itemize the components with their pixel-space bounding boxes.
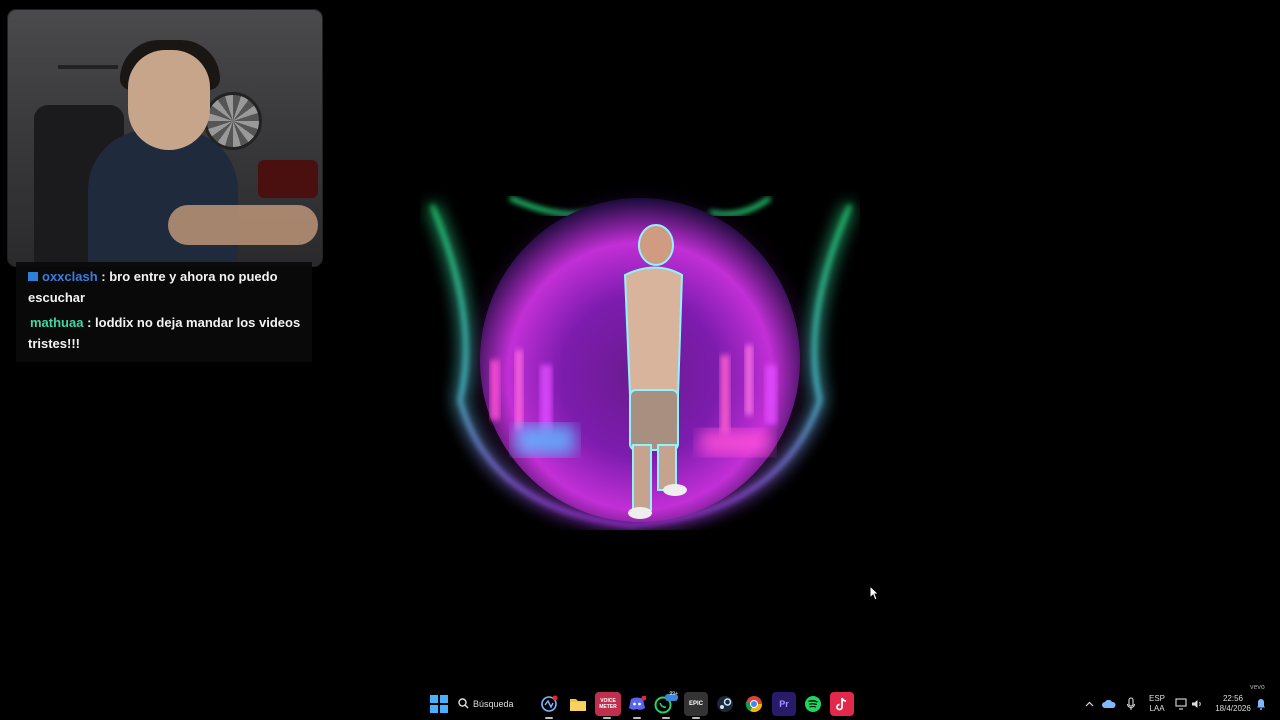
chat-message: oxxclash : bro entre y ahora no puedo es… [28, 266, 302, 308]
chat-username: oxxclash [42, 269, 98, 284]
voicemeeter-icon[interactable]: VOICE METER [595, 692, 621, 719]
microphone-icon[interactable] [1122, 692, 1140, 716]
whatsapp-icon[interactable]: 99+ [654, 691, 678, 719]
premiere-icon[interactable]: Pr [772, 692, 796, 716]
network-icon[interactable] [1174, 692, 1190, 716]
chrome-icon[interactable] [742, 692, 766, 716]
language-indicator[interactable]: ESP LAA [1146, 694, 1168, 714]
visualizer-graphic [427, 195, 855, 531]
tiktok-icon[interactable] [830, 692, 854, 716]
chat-username: mathuaa [30, 315, 84, 330]
language-code: ESP [1148, 694, 1165, 703]
subscriber-badge-icon [28, 272, 38, 281]
chat-overlay: oxxclash : bro entre y ahora no puedo es… [16, 262, 312, 362]
clock-date: 18/4/2026 [1215, 704, 1251, 713]
search-label: Búsqueda [473, 699, 514, 709]
chat-message: mathuaa : loddix no deja mandar los vide… [28, 312, 302, 354]
language-layout: LAA [1149, 704, 1165, 713]
search-icon [458, 697, 469, 711]
audio-visualizer [420, 180, 860, 531]
streamer-hands [168, 205, 318, 245]
chevron-up-icon[interactable] [1082, 692, 1096, 716]
volume-icon[interactable] [1190, 692, 1204, 716]
webcam-feed [8, 10, 322, 266]
discord-icon[interactable] [625, 692, 649, 719]
onedrive-icon[interactable] [1100, 692, 1118, 716]
voice-app-icon[interactable] [537, 692, 561, 719]
wall-shelf [58, 65, 118, 69]
clock-time: 22:56 [1222, 694, 1244, 703]
windows-start-icon[interactable] [427, 692, 451, 716]
mouse-cursor-icon [869, 584, 880, 606]
spotify-icon[interactable] [801, 692, 825, 716]
taskbar-search[interactable]: Búsqueda [458, 692, 532, 716]
notification-bell-icon[interactable] [1254, 692, 1268, 716]
steam-icon[interactable] [713, 692, 737, 716]
epic-games-icon[interactable]: EPIC [684, 692, 708, 719]
file-explorer-icon[interactable] [566, 692, 590, 716]
taskbar: Búsqueda VOICE METER 99+ EPIC Pr ESP LAA… [0, 684, 1280, 720]
streamer-face [128, 50, 210, 150]
streamer-body [88, 130, 238, 266]
microphone [258, 160, 318, 198]
clock[interactable]: 22:56 18/4/2026 [1210, 694, 1256, 714]
vevo-watermark: vevo [1250, 684, 1265, 691]
